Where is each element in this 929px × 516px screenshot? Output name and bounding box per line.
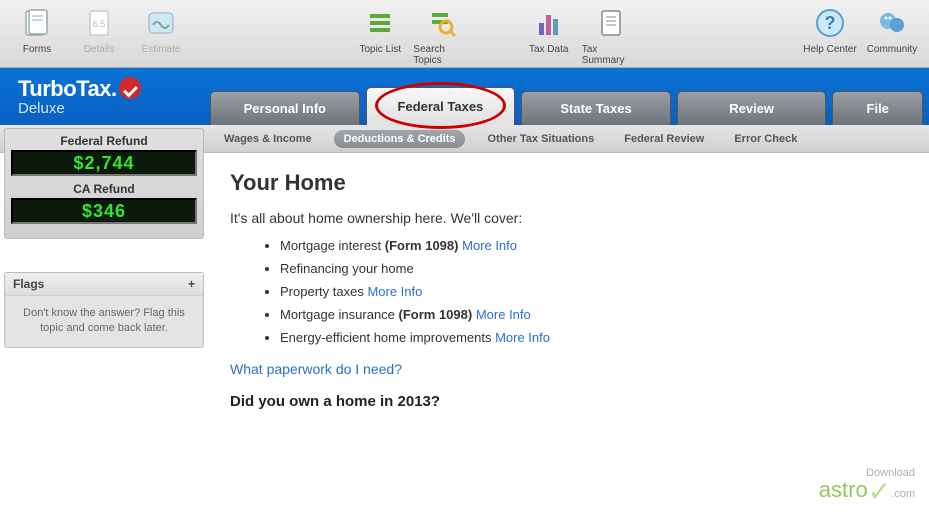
federal-refund-value: $2,744 bbox=[11, 150, 197, 176]
ca-refund-value: $346 bbox=[11, 198, 197, 224]
page-title: Your Home bbox=[230, 170, 909, 196]
watermark: Download astro✓.com bbox=[819, 467, 915, 508]
list-item: Mortgage insurance (Form 1098) More Info bbox=[280, 307, 909, 322]
topic-list-button[interactable]: Topic List bbox=[351, 4, 409, 66]
tax-summary-button[interactable]: Tax Summary bbox=[582, 4, 640, 66]
brand-logo: TurboTax. Deluxe bbox=[0, 70, 210, 125]
intro-text: It's all about home ownership here. We'l… bbox=[230, 210, 909, 226]
tab-state-taxes[interactable]: State Taxes bbox=[521, 91, 671, 125]
ca-refund-label: CA Refund bbox=[11, 182, 197, 196]
subtab-federal-review[interactable]: Federal Review bbox=[616, 130, 712, 148]
question-text: Did you own a home in 2013? bbox=[230, 393, 909, 410]
search-topics-button[interactable]: Search Topics bbox=[413, 4, 471, 66]
main-content: Your Home It's all about home ownership … bbox=[230, 170, 909, 410]
more-info-link[interactable]: More Info bbox=[495, 330, 550, 345]
check-icon: ✓ bbox=[868, 476, 891, 507]
top-toolbar: Forms 6.5 Details Estimate Topic List Se… bbox=[0, 0, 929, 68]
plus-icon[interactable]: + bbox=[188, 277, 195, 291]
subtab-other[interactable]: Other Tax Situations bbox=[479, 130, 602, 148]
estimate-icon bbox=[142, 4, 180, 42]
community-button[interactable]: Community bbox=[863, 4, 921, 55]
community-icon bbox=[873, 4, 911, 42]
subtab-deductions[interactable]: Deductions & Credits bbox=[334, 130, 466, 148]
estimate-button[interactable]: Estimate bbox=[132, 4, 190, 55]
flags-panel: Flags + Don't know the answer? Flag this… bbox=[4, 272, 204, 348]
flags-header[interactable]: Flags + bbox=[5, 273, 203, 296]
flags-body-text: Don't know the answer? Flag this topic a… bbox=[5, 296, 203, 347]
more-info-link[interactable]: More Info bbox=[476, 307, 531, 322]
svg-text:?: ? bbox=[824, 13, 835, 33]
list-item: Mortgage interest (Form 1098) More Info bbox=[280, 238, 909, 253]
tax-data-button[interactable]: Tax Data bbox=[520, 4, 578, 66]
list-item: Refinancing your home bbox=[280, 261, 909, 276]
brand-bar: TurboTax. Deluxe Personal Info Federal T… bbox=[0, 68, 929, 125]
svg-text:6.5: 6.5 bbox=[93, 19, 106, 29]
federal-refund-label: Federal Refund bbox=[11, 134, 197, 148]
list-item: Energy-efficient home improvements More … bbox=[280, 330, 909, 345]
tab-federal-taxes[interactable]: Federal Taxes bbox=[366, 87, 516, 125]
forms-icon bbox=[18, 4, 56, 42]
list-item: Property taxes More Info bbox=[280, 284, 909, 299]
refund-panel: Federal Refund $2,744 CA Refund $346 bbox=[4, 128, 204, 239]
details-icon: 6.5 bbox=[80, 4, 118, 42]
tab-review[interactable]: Review bbox=[677, 91, 827, 125]
tab-file[interactable]: File bbox=[832, 91, 923, 125]
tab-personal-info[interactable]: Personal Info bbox=[210, 91, 360, 125]
more-info-link[interactable]: More Info bbox=[462, 238, 517, 253]
coverage-list: Mortgage interest (Form 1098) More Info … bbox=[230, 238, 909, 345]
subtab-error-check[interactable]: Error Check bbox=[726, 130, 805, 148]
search-icon bbox=[423, 4, 461, 42]
paperwork-link[interactable]: What paperwork do I need? bbox=[230, 361, 402, 377]
help-center-button[interactable]: ? Help Center bbox=[801, 4, 859, 55]
summary-icon bbox=[592, 4, 630, 42]
bar-chart-icon bbox=[530, 4, 568, 42]
subtab-wages[interactable]: Wages & Income bbox=[216, 130, 320, 148]
details-button[interactable]: 6.5 Details bbox=[70, 4, 128, 55]
topic-list-icon bbox=[361, 4, 399, 42]
help-icon: ? bbox=[811, 4, 849, 42]
checkmark-icon bbox=[119, 77, 141, 99]
more-info-link[interactable]: More Info bbox=[367, 284, 422, 299]
main-tabs: Personal Info Federal Taxes State Taxes … bbox=[210, 87, 929, 125]
forms-button[interactable]: Forms bbox=[8, 4, 66, 55]
